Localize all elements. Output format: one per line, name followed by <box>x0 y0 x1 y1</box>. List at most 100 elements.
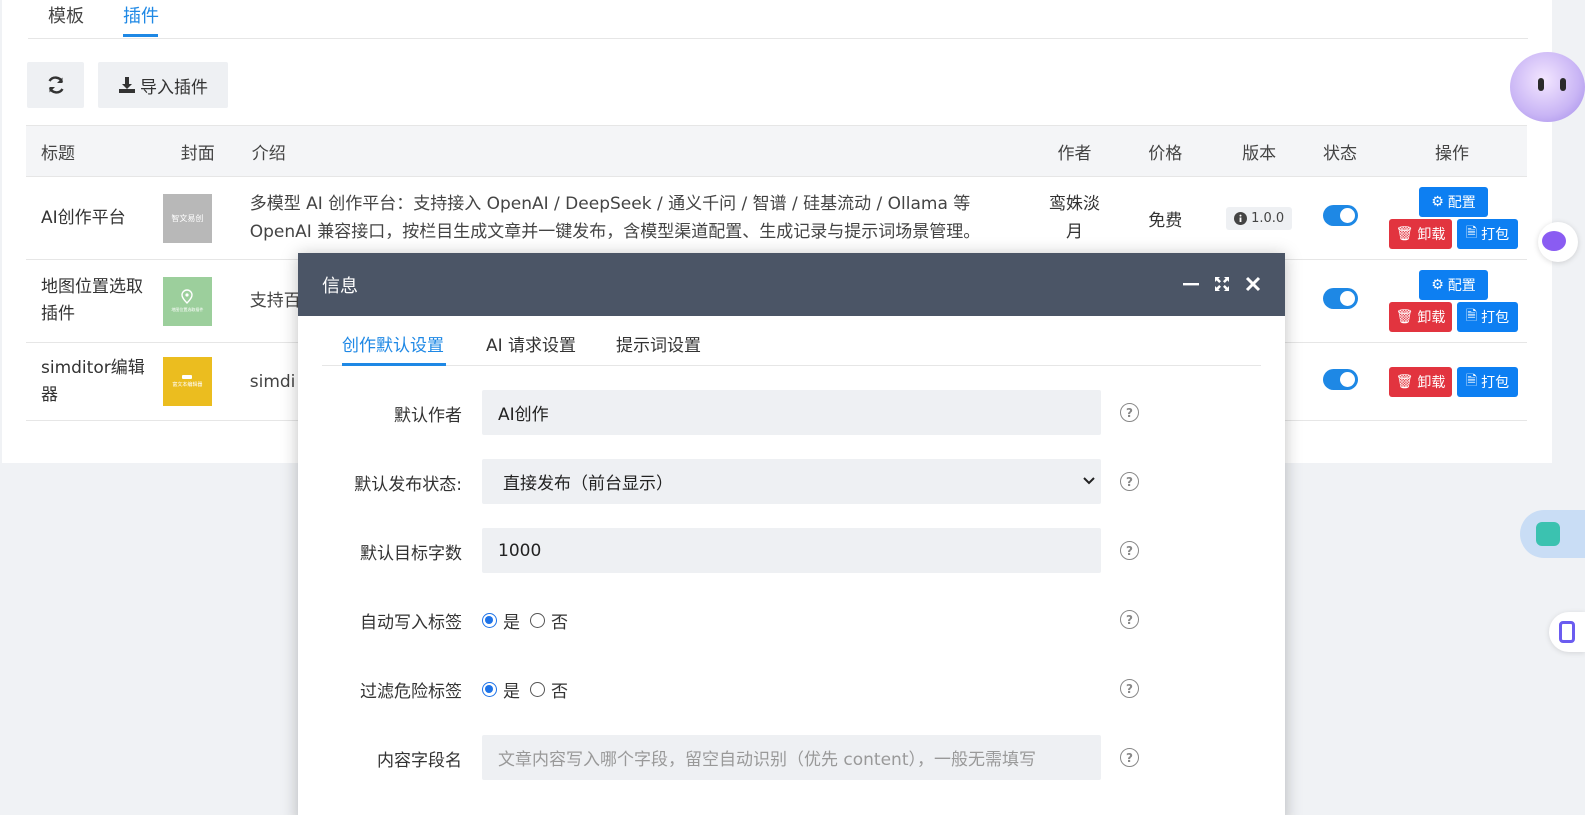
form-row-target-words: 默认目标字数 1000 ? <box>298 528 1285 574</box>
tab-prompt[interactable]: 提示词设置 <box>616 331 701 356</box>
filter-tags-label: 过滤危险标签 <box>360 682 462 702</box>
row-intro: 多模型 AI 创作平台：支持接入 OpenAI / DeepSeek / 通义千… <box>237 176 1034 260</box>
help-icon[interactable]: ? <box>1120 748 1139 767</box>
file-icon: 🗎 <box>1465 372 1478 389</box>
col-ops: 操作 <box>1377 125 1527 177</box>
form-row-content-field: 内容字段名 文章内容写入哪个字段，留空自动识别（优先 content），一般无需… <box>298 735 1285 781</box>
assistant-avatar[interactable] <box>1510 52 1585 122</box>
content-field-label: 内容字段名 <box>377 751 462 771</box>
editor-logo <box>182 375 193 379</box>
uninstall-button[interactable]: 🗑 卸载 <box>1389 366 1452 397</box>
content-field-input[interactable]: 文章内容写入哪个字段，留空自动识别（优先 content），一般无需填写 <box>482 735 1101 780</box>
tab-creation-defaults[interactable]: 创作默认设置 <box>342 331 444 356</box>
col-price: 价格 <box>1115 125 1216 177</box>
active-tab-indicator <box>342 363 446 366</box>
publish-status-value: 直接发布（前台显示） <box>503 474 673 494</box>
config-button[interactable]: ⚙ 配置 <box>1419 187 1488 217</box>
table-row: AI创作平台 智文易创 多模型 AI 创作平台：支持接入 OpenAI / De… <box>26 176 1527 260</box>
tab-templates[interactable]: 模板 <box>48 2 84 28</box>
chat-bot-icon[interactable] <box>1538 222 1578 262</box>
active-tab-indicator <box>123 34 158 37</box>
import-plugin-label: 导入插件 <box>140 77 208 98</box>
filter-tags-yes-radio[interactable] <box>482 682 497 697</box>
tab-plugins[interactable]: 插件 <box>123 2 159 28</box>
col-cover: 封面 <box>157 125 238 177</box>
config-label: 配置 <box>1447 195 1476 211</box>
col-author: 作者 <box>1033 125 1116 177</box>
auto-tags-yes-radio[interactable] <box>482 613 497 628</box>
version-badge: 1.0.0 <box>1226 206 1293 230</box>
info-dialog: 信息 创作默认设置 AI 请求设置 提示词设置 默认作者 AI创作 ? 默认发布… <box>298 253 1285 815</box>
trash-icon: 🗑 <box>1395 373 1414 390</box>
trash-icon: 🗑 <box>1395 309 1414 325</box>
row-price: 免费 <box>1115 176 1216 260</box>
auto-tags-label: 自动写入标签 <box>360 613 462 633</box>
auto-tags-radio-group: 是 否 <box>482 608 568 633</box>
publish-status-label: 默认发布状态: <box>354 475 462 495</box>
help-icon[interactable]: ? <box>1120 610 1139 629</box>
help-icon[interactable]: ? <box>1120 541 1139 560</box>
col-title: 标题 <box>26 125 158 177</box>
pack-button[interactable]: 🗎 打包 <box>1457 366 1518 397</box>
status-toggle[interactable] <box>1322 368 1358 390</box>
form-row-filter-tags: 过滤危险标签 是 否 ? <box>298 666 1285 712</box>
trash-icon: 🗑 <box>1395 226 1414 242</box>
cover-text: 富文本编辑器 <box>172 382 203 388</box>
tool-icon <box>1559 621 1575 643</box>
col-intro: 介绍 <box>237 125 1034 177</box>
chevron-down-icon <box>1083 477 1095 485</box>
default-author-label: 默认作者 <box>394 406 462 426</box>
cover-image: 富文本编辑器 <box>162 357 212 406</box>
filter-tags-no-radio[interactable] <box>530 682 545 697</box>
uninstall-label: 卸载 <box>1417 374 1446 391</box>
auto-tags-no-radio[interactable] <box>530 613 545 628</box>
gears-icon: ⚙ <box>1431 277 1444 293</box>
uninstall-label: 卸载 <box>1417 227 1446 243</box>
refresh-button[interactable] <box>27 62 84 108</box>
uninstall-button[interactable]: 🗑 卸载 <box>1389 302 1452 332</box>
pack-button[interactable]: 🗎 打包 <box>1457 302 1518 332</box>
table-header-row: 标题 封面 介绍 作者 价格 版本 状态 操作 <box>26 125 1527 177</box>
config-button[interactable]: ⚙ 配置 <box>1419 270 1488 300</box>
filter-tags-radio-group: 是 否 <box>482 677 568 702</box>
publish-status-select[interactable]: 直接发布（前台显示） <box>482 459 1101 504</box>
cover-text: 智文易创 <box>171 213 204 223</box>
dialog-tabs: 创作默认设置 AI 请求设置 提示词设置 <box>322 316 1261 366</box>
help-icon[interactable]: ? <box>1120 679 1139 698</box>
import-plugin-button[interactable]: 导入插件 <box>98 62 228 108</box>
help-icon[interactable]: ? <box>1120 472 1139 491</box>
dialog-title: 信息 <box>322 275 358 297</box>
filter-tags-no-label: 否 <box>551 682 568 702</box>
default-author-input[interactable]: AI创作 <box>482 390 1101 435</box>
side-helper-tab[interactable] <box>1520 510 1585 558</box>
uninstall-button[interactable]: 🗑 卸载 <box>1389 219 1452 249</box>
form-row-author: 默认作者 AI创作 ? <box>298 390 1285 436</box>
col-status: 状态 <box>1303 125 1377 177</box>
side-tool-tab[interactable] <box>1549 612 1585 652</box>
gears-icon: ⚙ <box>1431 194 1444 210</box>
minimize-icon[interactable] <box>1180 273 1202 295</box>
help-icon[interactable]: ? <box>1120 403 1139 422</box>
col-version: 版本 <box>1215 125 1304 177</box>
file-icon: 🗎 <box>1465 225 1478 241</box>
row-title: simditor编辑器 <box>26 342 158 421</box>
info-icon <box>1234 211 1248 225</box>
avatar-eye <box>1560 78 1566 91</box>
pack-label: 打包 <box>1481 227 1510 243</box>
status-toggle[interactable] <box>1322 288 1358 309</box>
row-actions: ⚙ 配置 🗑 卸载 🗎 打包 <box>1377 269 1527 333</box>
avatar-eye <box>1538 78 1544 91</box>
target-words-input[interactable]: 1000 <box>482 528 1101 573</box>
tab-ai-request[interactable]: AI 请求设置 <box>486 331 576 356</box>
pack-button[interactable]: 🗎 打包 <box>1457 219 1518 249</box>
top-tabs: 模板 插件 <box>28 0 1528 39</box>
form-row-auto-tags: 自动写入标签 是 否 ? <box>298 597 1285 643</box>
download-icon <box>119 77 135 93</box>
file-icon: 🗎 <box>1465 308 1478 324</box>
filter-tags-yes-label: 是 <box>503 682 520 702</box>
cover-image: 智文易创 <box>162 193 212 243</box>
close-icon[interactable] <box>1242 273 1264 295</box>
maximize-icon[interactable] <box>1211 273 1233 295</box>
config-label: 配置 <box>1447 278 1476 294</box>
status-toggle[interactable] <box>1322 205 1358 226</box>
